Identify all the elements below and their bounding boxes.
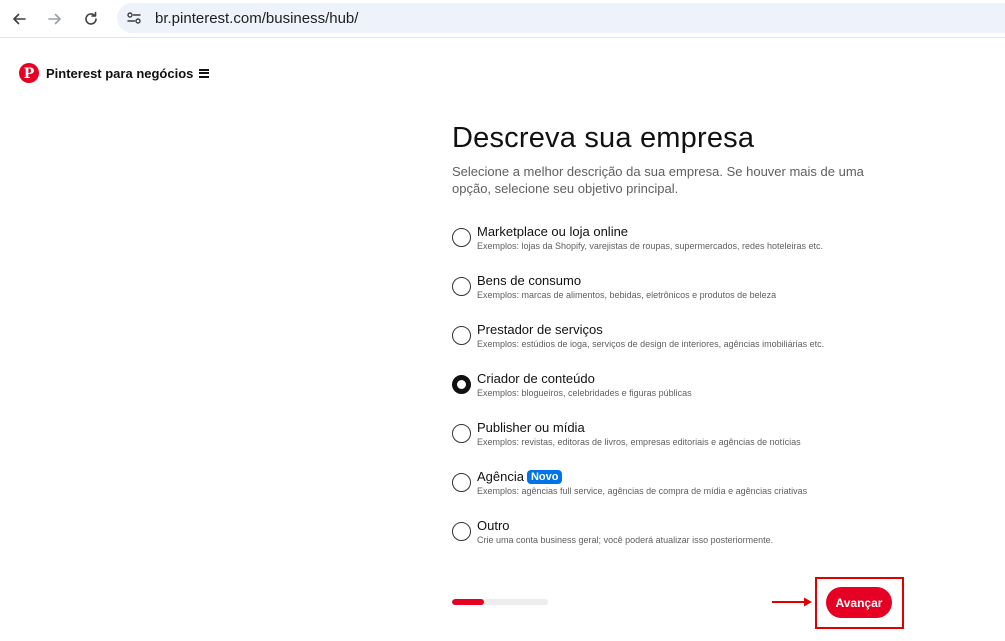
business-type-options: Marketplace ou loja online Exemplos: loj…: [452, 224, 932, 567]
option-consumer-goods[interactable]: Bens de consumo Exemplos: marcas de alim…: [452, 273, 932, 322]
option-label: Criador de conteúdo: [477, 371, 595, 386]
option-label: Prestador de serviços: [477, 322, 603, 337]
progress-bar: [452, 599, 548, 605]
radio-button[interactable]: [452, 228, 471, 247]
site-settings-icon[interactable]: [121, 5, 147, 31]
option-label: Outro: [477, 518, 510, 533]
radio-button[interactable]: [452, 277, 471, 296]
option-other[interactable]: Outro Crie uma conta business geral; voc…: [452, 518, 932, 567]
browser-toolbar: br.pinterest.com/business/hub/: [0, 0, 1005, 38]
reload-button[interactable]: [79, 7, 103, 31]
radio-button[interactable]: [452, 326, 471, 345]
option-description: Exemplos: revistas, editoras de livros, …: [477, 437, 801, 447]
radio-button[interactable]: [452, 424, 471, 443]
option-service-provider[interactable]: Prestador de serviços Exemplos: estúdios…: [452, 322, 932, 371]
annotation-arrow-icon: [772, 597, 812, 607]
brand-name[interactable]: Pinterest para negócios: [46, 66, 193, 81]
brand-header[interactable]: P Pinterest para negócios: [19, 63, 210, 83]
progress-fill: [452, 599, 484, 605]
option-agency[interactable]: Agência Novo Exemplos: agências full ser…: [452, 469, 932, 518]
address-bar[interactable]: br.pinterest.com/business/hub/: [117, 3, 1005, 33]
option-description: Exemplos: lojas da Shopify, varejistas d…: [477, 241, 824, 251]
page-title: Descreva sua empresa: [452, 122, 755, 154]
option-description: Exemplos: agências full service, agência…: [477, 486, 808, 496]
option-description: Crie uma conta business geral; você pode…: [477, 535, 774, 545]
forward-button[interactable]: [43, 7, 67, 31]
option-label: Marketplace ou loja online: [477, 224, 629, 239]
option-description: Exemplos: marcas de alimentos, bebidas, …: [477, 290, 777, 300]
back-button[interactable]: [7, 7, 31, 31]
reload-icon: [85, 11, 97, 25]
logo-letter: P: [23, 65, 35, 82]
option-description: Exemplos: estúdios de ioga, serviços de …: [477, 339, 825, 349]
option-label: Publisher ou mídia: [477, 420, 585, 435]
new-badge: Novo: [526, 469, 563, 484]
next-button[interactable]: Avançar: [826, 587, 892, 618]
option-description: Exemplos: blogueiros, celebridades e fig…: [477, 388, 692, 398]
arrow-left-icon: [13, 13, 26, 25]
option-marketplace[interactable]: Marketplace ou loja online Exemplos: loj…: [452, 224, 932, 273]
arrow-right-icon: [48, 13, 61, 25]
radio-button-selected[interactable]: [452, 375, 471, 394]
option-label: Bens de consumo: [477, 273, 582, 288]
option-label: Agência: [477, 469, 524, 484]
pinterest-logo-icon[interactable]: P: [19, 63, 39, 83]
page-subtitle: Selecione a melhor descrição da sua empr…: [452, 164, 864, 196]
url-text[interactable]: br.pinterest.com/business/hub/: [155, 10, 358, 27]
option-publisher[interactable]: Publisher ou mídia Exemplos: revistas, e…: [452, 420, 932, 469]
radio-button[interactable]: [452, 522, 471, 541]
option-content-creator[interactable]: Criador de conteúdo Exemplos: blogueiros…: [452, 371, 932, 420]
menu-icon[interactable]: [199, 68, 210, 78]
radio-button[interactable]: [452, 473, 471, 492]
